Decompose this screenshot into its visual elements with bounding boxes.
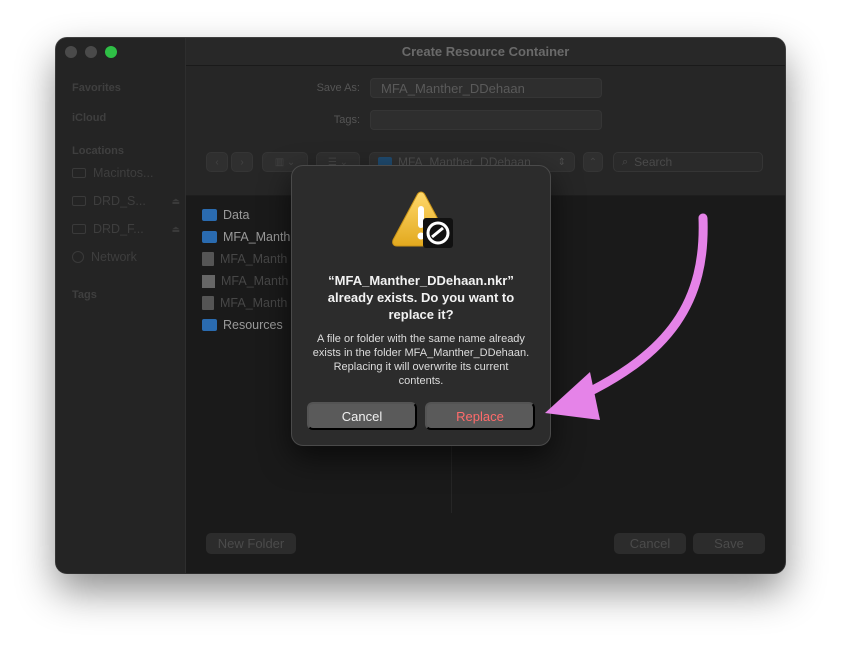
sidebar-item-drd-s[interactable]: DRD_S... ⏏	[72, 194, 180, 208]
expand-button[interactable]: ⌃	[583, 152, 603, 172]
tags-label: Tags:	[333, 114, 360, 126]
replace-confirm-dialog: “MFA_Manther_DDehaan.nkr” already exists…	[291, 165, 551, 446]
folder-icon	[202, 209, 217, 221]
chevron-up-icon: ⌃	[588, 156, 598, 168]
dialog-title: “MFA_Manther_DDehaan.nkr” already exists…	[327, 273, 515, 322]
zoom-button[interactable]	[105, 46, 117, 58]
warning-icon	[392, 191, 453, 248]
chevron-right-icon: ›	[240, 156, 244, 168]
save-button[interactable]: Save	[693, 533, 765, 554]
dialog-message: A file or folder with the same name alre…	[312, 333, 530, 387]
app-badge-icon	[423, 218, 453, 248]
sidebar-favorites-header: Favorites	[72, 82, 121, 94]
eject-icon[interactable]: ⏏	[171, 224, 180, 235]
forward-button[interactable]: ›	[231, 152, 253, 172]
search-icon: ⌕	[622, 155, 629, 168]
sidebar-locations-header: Locations	[72, 145, 124, 157]
sidebar-item-drd-f[interactable]: DRD_F... ⏏	[72, 222, 180, 236]
save-as-label: Save As:	[316, 82, 360, 94]
disk-icon	[72, 168, 86, 178]
globe-icon	[72, 251, 84, 263]
disk-icon	[72, 224, 86, 234]
eject-icon[interactable]: ⏏	[171, 196, 180, 207]
sidebar: Favorites iCloud Locations Macintos... D…	[56, 38, 186, 573]
save-as-input[interactable]	[370, 78, 602, 98]
folder-icon	[202, 319, 217, 331]
sidebar-item-network[interactable]: Network	[72, 250, 180, 264]
columns-icon: ▥ ⌄	[274, 156, 296, 168]
close-button[interactable]	[65, 46, 77, 58]
document-icon	[202, 296, 214, 310]
sidebar-item-macintosh[interactable]: Macintos...	[72, 166, 180, 180]
disk-icon	[72, 196, 86, 206]
folder-icon	[202, 231, 217, 243]
cancel-button[interactable]: Cancel	[614, 533, 686, 554]
chevron-updown-icon: ⇕	[557, 156, 566, 168]
back-button[interactable]: ‹	[206, 152, 228, 172]
title-bar: Create Resource Container	[186, 38, 785, 66]
sidebar-tags-header: Tags	[72, 289, 97, 301]
sidebar-icloud-header: iCloud	[72, 112, 107, 124]
piano-icon	[202, 274, 215, 288]
tags-input[interactable]	[370, 110, 602, 130]
window-title: Create Resource Container	[401, 44, 570, 59]
search-field[interactable]: ⌕ Search	[613, 152, 763, 172]
chevron-left-icon: ‹	[215, 156, 219, 168]
minimize-button[interactable]	[85, 46, 97, 58]
dialog-replace-button[interactable]: Replace	[425, 402, 535, 430]
document-icon	[202, 252, 214, 266]
new-folder-button[interactable]: New Folder	[206, 533, 296, 554]
dialog-cancel-button[interactable]: Cancel	[307, 402, 417, 430]
window-controls	[65, 46, 117, 58]
